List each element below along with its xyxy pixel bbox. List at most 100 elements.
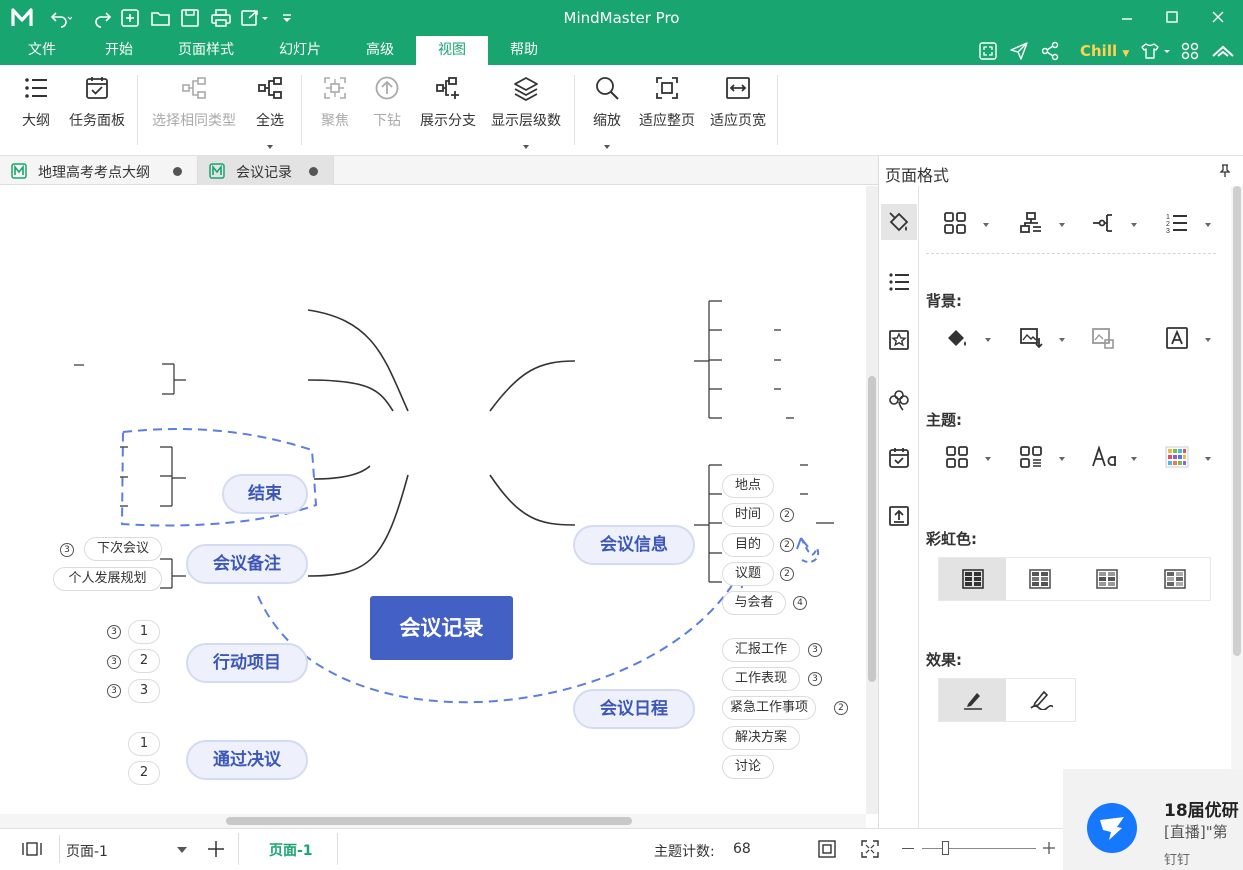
zoom-slider[interactable] xyxy=(922,848,1036,849)
open-folder-icon[interactable] xyxy=(150,8,172,28)
rainbow-option-3[interactable] xyxy=(1073,558,1140,600)
page-select[interactable]: 页面-1 xyxy=(59,835,193,863)
collapse-ribbon-icon[interactable] xyxy=(1210,41,1236,61)
notification-popup[interactable]: 18届优研 [直播]"第 钉钉 xyxy=(1063,769,1243,870)
topic-meeting-notes[interactable]: 会议备注 xyxy=(186,544,308,584)
zoom-out-icon[interactable] xyxy=(902,848,914,849)
subtopic-resolution-2[interactable]: 2 xyxy=(128,761,160,785)
fit-page-icon[interactable] xyxy=(817,840,837,858)
central-topic[interactable]: 会议记录 xyxy=(370,596,513,660)
count-badge[interactable]: 3 xyxy=(60,543,74,557)
menu-view[interactable]: 视图 xyxy=(416,36,488,65)
menu-file[interactable]: 文件 xyxy=(14,36,70,65)
topic-action-items[interactable]: 行动项目 xyxy=(186,643,308,683)
topic-agenda[interactable]: 会议日程 xyxy=(573,689,695,729)
minimize-button[interactable] xyxy=(1115,6,1139,30)
zoom-in-icon[interactable] xyxy=(1042,841,1056,855)
undo-icon[interactable] xyxy=(50,8,72,28)
layout-grid-dropdown[interactable] xyxy=(943,211,991,239)
watermark-dropdown[interactable] xyxy=(1165,326,1213,354)
subtopic-urgent-matters[interactable]: 紧急工作事项 xyxy=(722,696,816,720)
scrollbar-thumb[interactable] xyxy=(868,376,876,682)
clipart-tab[interactable] xyxy=(881,382,917,418)
effect-option-1[interactable] xyxy=(939,679,1006,721)
count-badge[interactable]: 2 xyxy=(780,508,794,522)
unsaved-dot-icon[interactable] xyxy=(309,167,318,176)
customize-quick-access-icon[interactable] xyxy=(280,8,294,28)
zoom-slider-thumb[interactable] xyxy=(942,841,949,855)
fit-width-button[interactable]: 适应页宽 xyxy=(705,75,771,130)
numbering-dropdown[interactable]: 123 xyxy=(1165,211,1213,239)
count-badge[interactable]: 3 xyxy=(107,655,121,669)
topic-end[interactable]: 结束 xyxy=(222,474,308,514)
fullscreen-icon[interactable] xyxy=(978,41,998,61)
subtopic-action-1[interactable]: 1 xyxy=(128,620,160,644)
tab-meeting-notes[interactable]: 会议记录 xyxy=(198,156,334,185)
show-levels-button[interactable]: 显示层级数 xyxy=(487,75,565,149)
page-panel-toggle-icon[interactable] xyxy=(22,841,42,857)
menu-slides[interactable]: 幻灯片 xyxy=(262,36,338,65)
subtopic-work-performance[interactable]: 工作表现 xyxy=(722,667,800,691)
subtopic-solution[interactable]: 解决方案 xyxy=(722,726,800,750)
skin-icon[interactable] xyxy=(1140,41,1174,61)
theme-color-dropdown[interactable] xyxy=(1165,445,1213,473)
pin-icon[interactable] xyxy=(1219,164,1231,178)
layout-structure-dropdown[interactable] xyxy=(1019,211,1067,239)
connector-style-dropdown[interactable] xyxy=(1091,211,1139,239)
send-icon[interactable] xyxy=(1009,41,1029,61)
maximize-button[interactable] xyxy=(1160,6,1184,30)
export-icon[interactable] xyxy=(240,8,270,28)
page-format-tab[interactable] xyxy=(881,204,917,240)
subtopic-attendees[interactable]: 与会者 xyxy=(722,591,786,615)
new-file-icon[interactable] xyxy=(120,8,142,28)
theme-font-dropdown[interactable] xyxy=(1091,445,1139,473)
subtopic-purpose[interactable]: 目的 xyxy=(722,533,774,557)
rainbow-option-2[interactable] xyxy=(1006,558,1073,600)
count-badge[interactable]: 2 xyxy=(834,701,848,715)
panel-scrollbar[interactable] xyxy=(1231,186,1243,828)
count-badge[interactable]: 2 xyxy=(780,538,794,552)
menu-advanced[interactable]: 高级 xyxy=(352,36,408,65)
show-branch-button[interactable]: 展示分支 xyxy=(416,75,480,130)
subtopic-action-3[interactable]: 3 xyxy=(128,679,160,703)
rainbow-option-1[interactable] xyxy=(939,558,1006,600)
print-icon[interactable] xyxy=(210,8,232,28)
background-image-dropdown[interactable] xyxy=(1019,326,1067,354)
save-icon[interactable] xyxy=(180,8,202,28)
redo-icon[interactable] xyxy=(92,8,114,28)
apps-grid-icon[interactable] xyxy=(1180,41,1200,61)
count-badge[interactable]: 3 xyxy=(107,684,121,698)
focus-button[interactable]: 聚焦 xyxy=(314,75,356,130)
theme-dropdown[interactable] xyxy=(945,445,993,473)
scrollbar-thumb[interactable] xyxy=(226,817,632,825)
subtopic-time[interactable]: 时间 xyxy=(722,503,774,527)
subtopic-location[interactable]: 地点 xyxy=(722,474,774,498)
theme-style-dropdown[interactable] xyxy=(1019,445,1067,473)
rainbow-option-4[interactable] xyxy=(1140,558,1210,600)
select-same-type-button[interactable]: 选择相同类型 xyxy=(145,75,243,130)
page-tab-1[interactable]: 页面-1 xyxy=(238,833,338,865)
select-all-button[interactable]: 全选 xyxy=(250,75,290,149)
subtopic-next-meeting[interactable]: 下次会议 xyxy=(84,537,162,561)
topic-meeting-info[interactable]: 会议信息 xyxy=(573,525,695,565)
remove-background-button[interactable] xyxy=(1091,326,1139,354)
menu-help[interactable]: 帮助 xyxy=(496,36,552,65)
outline-button[interactable]: 大纲 xyxy=(14,75,58,130)
subtopic-personal-development[interactable]: 个人发展规划 xyxy=(53,567,162,591)
theme-dropdown[interactable]: Chill ▼ xyxy=(1080,42,1129,60)
add-page-icon[interactable] xyxy=(207,840,225,858)
subtopic-work-report[interactable]: 汇报工作 xyxy=(722,638,800,662)
subtopic-discussion[interactable]: 讨论 xyxy=(722,755,774,779)
canvas-vertical-scrollbar[interactable] xyxy=(866,186,878,814)
subtopic-resolution-1[interactable]: 1 xyxy=(128,732,160,756)
icons-tab[interactable] xyxy=(881,322,917,358)
effect-option-2[interactable] xyxy=(1006,679,1075,721)
count-badge[interactable]: 3 xyxy=(808,643,822,657)
canvas-horizontal-scrollbar[interactable] xyxy=(0,814,866,828)
close-button[interactable] xyxy=(1206,6,1230,30)
share-icon[interactable] xyxy=(1040,41,1060,61)
menu-start[interactable]: 开始 xyxy=(90,36,148,65)
count-badge[interactable]: 3 xyxy=(107,625,121,639)
task-panel-button[interactable]: 任务面板 xyxy=(64,75,130,130)
count-badge[interactable]: 3 xyxy=(808,672,822,686)
